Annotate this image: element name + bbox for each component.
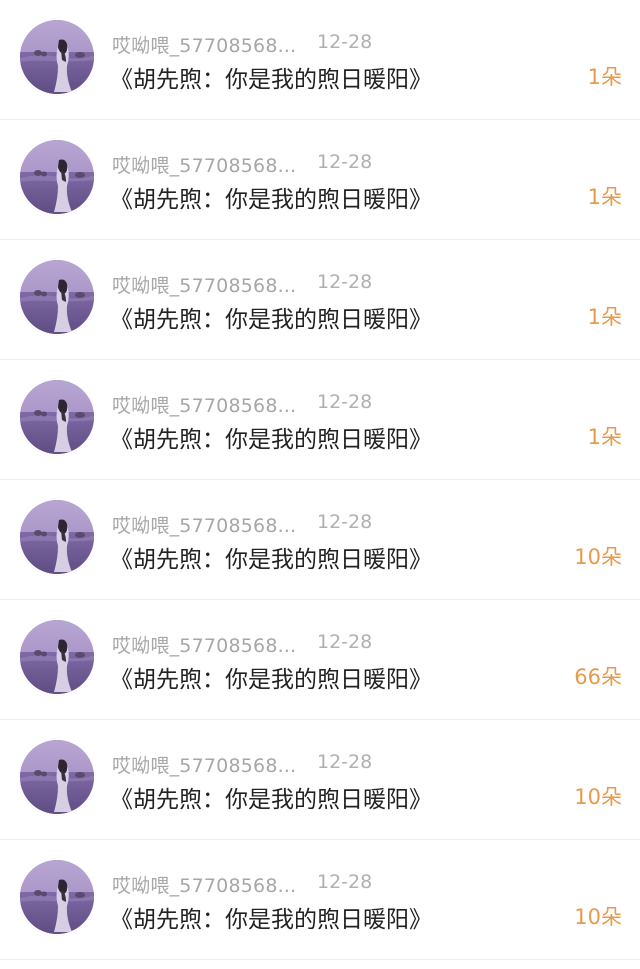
- timestamp: 12-28: [317, 151, 373, 173]
- gift-title: 《胡先煦：你是我的煦日暖阳》: [110, 307, 432, 333]
- gift-title: 《胡先煦：你是我的煦日暖阳》: [110, 667, 432, 693]
- flower-amount: 1朵: [587, 185, 622, 209]
- gift-title: 《胡先煦：你是我的煦日暖阳》: [110, 907, 432, 933]
- flower-amount: 10朵: [574, 545, 622, 569]
- timestamp: 12-28: [317, 871, 373, 893]
- list-item[interactable]: 哎呦喂_57708568... 12-28 《胡先煦：你是我的煦日暖阳》 66朵: [0, 600, 640, 720]
- timestamp: 12-28: [317, 631, 373, 653]
- avatar[interactable]: [20, 20, 94, 94]
- avatar[interactable]: [20, 860, 94, 934]
- list-item[interactable]: 哎呦喂_57708568... 12-28 《胡先煦：你是我的煦日暖阳》 1朵: [0, 240, 640, 360]
- gift-title: 《胡先煦：你是我的煦日暖阳》: [110, 67, 432, 93]
- list-item[interactable]: 哎呦喂_57708568... 12-28 《胡先煦：你是我的煦日暖阳》 1朵: [0, 360, 640, 480]
- gift-title: 《胡先煦：你是我的煦日暖阳》: [110, 547, 432, 573]
- flower-amount: 10朵: [574, 905, 622, 929]
- username[interactable]: 哎呦喂_57708568...: [112, 151, 296, 178]
- gift-title: 《胡先煦：你是我的煦日暖阳》: [110, 427, 432, 453]
- username[interactable]: 哎呦喂_57708568...: [112, 751, 296, 778]
- timestamp: 12-28: [317, 751, 373, 773]
- list-item[interactable]: 哎呦喂_57708568... 12-28 《胡先煦：你是我的煦日暖阳》 10朵: [0, 480, 640, 600]
- username[interactable]: 哎呦喂_57708568...: [112, 31, 296, 58]
- timestamp: 12-28: [317, 31, 373, 53]
- divider: [0, 959, 640, 960]
- list-item[interactable]: 哎呦喂_57708568... 12-28 《胡先煦：你是我的煦日暖阳》 10朵: [0, 840, 640, 960]
- username[interactable]: 哎呦喂_57708568...: [112, 391, 296, 418]
- gift-title: 《胡先煦：你是我的煦日暖阳》: [110, 187, 432, 213]
- avatar[interactable]: [20, 380, 94, 454]
- flower-amount: 66朵: [574, 665, 622, 689]
- avatar[interactable]: [20, 500, 94, 574]
- flower-amount: 1朵: [587, 425, 622, 449]
- gift-title: 《胡先煦：你是我的煦日暖阳》: [110, 787, 432, 813]
- username[interactable]: 哎呦喂_57708568...: [112, 871, 296, 898]
- avatar[interactable]: [20, 740, 94, 814]
- timestamp: 12-28: [317, 511, 373, 533]
- flower-amount: 1朵: [587, 305, 622, 329]
- flower-amount: 1朵: [587, 65, 622, 89]
- username[interactable]: 哎呦喂_57708568...: [112, 511, 296, 538]
- flower-amount: 10朵: [574, 785, 622, 809]
- list-item[interactable]: 哎呦喂_57708568... 12-28 《胡先煦：你是我的煦日暖阳》 1朵: [0, 0, 640, 120]
- gift-record-list: 哎呦喂_57708568... 12-28 《胡先煦：你是我的煦日暖阳》 1朵: [0, 0, 640, 969]
- timestamp: 12-28: [317, 391, 373, 413]
- list-item[interactable]: 哎呦喂_57708568... 12-28 《胡先煦：你是我的煦日暖阳》 10朵: [0, 720, 640, 840]
- username[interactable]: 哎呦喂_57708568...: [112, 271, 296, 298]
- avatar[interactable]: [20, 260, 94, 334]
- timestamp: 12-28: [317, 271, 373, 293]
- username[interactable]: 哎呦喂_57708568...: [112, 631, 296, 658]
- avatar[interactable]: [20, 620, 94, 694]
- list-item[interactable]: 哎呦喂_57708568... 12-28 《胡先煦：你是我的煦日暖阳》 1朵: [0, 120, 640, 240]
- avatar[interactable]: [20, 140, 94, 214]
